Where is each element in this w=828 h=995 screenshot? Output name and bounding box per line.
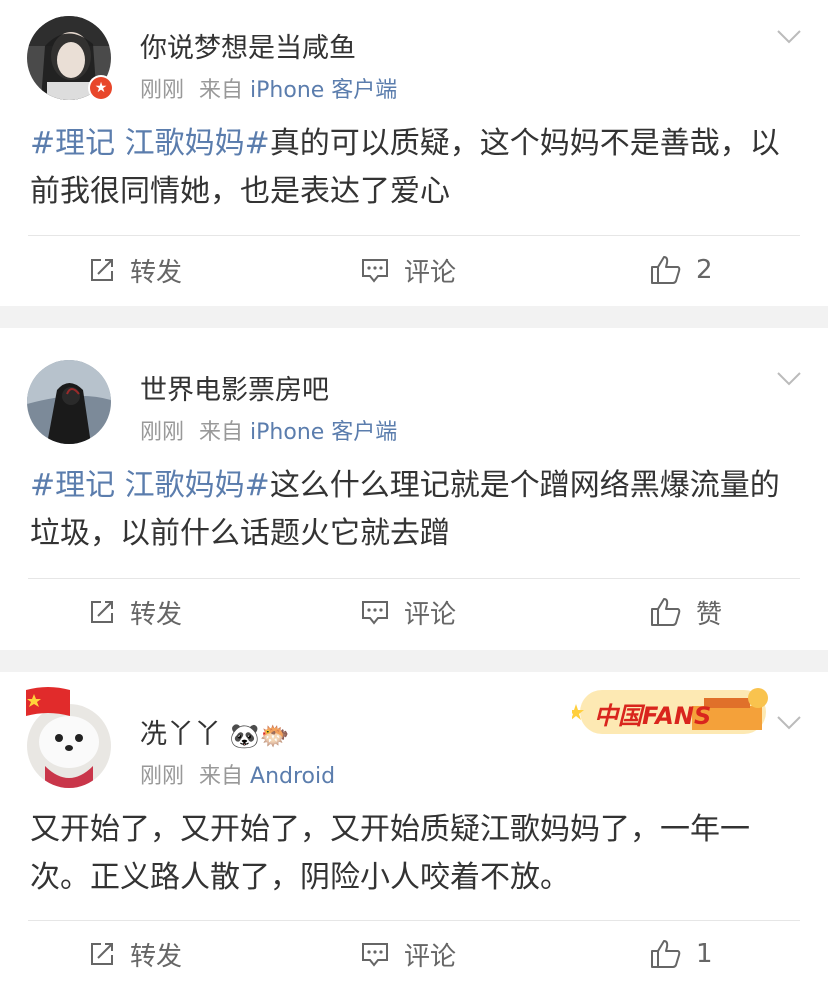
like-label: 1 [696,939,713,969]
comment-icon [362,943,388,967]
post-from: 来自 [199,420,244,445]
action-bar: 转发 评论 2 [0,250,828,290]
divider [28,578,800,579]
repost-button[interactable]: 转发 [88,250,182,290]
post-source[interactable]: iPhone 客户端 [250,78,397,103]
post-text: #理记 江歌妈妈#这么什么理记就是个蹭网络黑爆流量的垃圾，以前什么话题火它就去蹭 [30,462,798,558]
verified-icon: ★ [88,75,114,101]
post-time: 刚刚 [140,764,185,789]
like-icon [651,598,681,626]
comment-button[interactable]: 评论 [360,250,456,290]
repost-button[interactable]: 转发 [88,592,182,632]
hashtag-link[interactable]: #理记 江歌妈妈# [30,468,270,503]
like-icon [651,940,681,968]
username[interactable]: 冼丫丫 🐼🐡 [140,712,289,751]
post-body: 又开始了，又开始了，又开始质疑江歌妈妈了，一年一次。正义路人散了，阴险小人咬着不… [30,812,750,895]
post-meta: 刚刚 来自 iPhone 客户端 [140,414,397,446]
china-fans-badge-text: 中国FANS [594,702,712,730]
repost-label: 转发 [130,941,183,972]
username[interactable]: 世界电影票房吧 [140,368,329,407]
post-time: 刚刚 [140,420,185,445]
action-bar: 转发 评论 赞 [0,592,828,632]
like-button[interactable]: 1 [650,934,713,974]
post-text: #理记 江歌妈妈#真的可以质疑，这个妈妈不是善哉，以前我很同情她，也是表达了爱心 [30,120,798,216]
chevron-down-icon[interactable] [776,714,802,732]
comment-button[interactable]: 评论 [360,934,456,974]
username-emoji: 🐼🐡 [229,721,290,750]
post-meta: 刚刚 来自 iPhone 客户端 [140,72,397,104]
action-bar: 转发 评论 1 [0,934,828,974]
username-text: 冼丫丫 [140,719,221,750]
like-button[interactable]: 2 [650,250,713,290]
post-card: 世界电影票房吧 刚刚 来自 iPhone 客户端 #理记 江歌妈妈#这么什么理记… [0,328,828,650]
repost-label: 转发 [130,599,183,630]
comment-label: 评论 [404,599,457,630]
like-label: 2 [696,255,713,285]
divider [28,235,800,236]
repost-icon [91,259,113,281]
repost-button[interactable]: 转发 [88,934,182,974]
comment-label: 评论 [404,941,457,972]
post-from: 来自 [199,764,244,789]
username[interactable]: 你说梦想是当咸鱼 [140,26,356,65]
chevron-down-icon[interactable] [776,370,802,388]
post-source[interactable]: iPhone 客户端 [250,420,397,445]
post-meta: 刚刚 来自 Android [140,758,335,790]
post-from: 来自 [199,78,244,103]
post-card: ★ 你说梦想是当咸鱼 刚刚 来自 iPhone 客户端 #理记 江歌妈妈#真的可… [0,0,828,306]
post-source[interactable]: Android [250,764,335,789]
avatar[interactable] [27,360,111,444]
repost-icon [91,601,113,623]
like-label: 赞 [696,599,723,630]
comment-label: 评论 [404,257,457,288]
divider [28,920,800,921]
post-text: 又开始了，又开始了，又开始质疑江歌妈妈了，一年一次。正义路人散了，阴险小人咬着不… [30,806,798,902]
like-button[interactable]: 赞 [650,592,722,632]
repost-icon [91,943,113,965]
comment-icon [362,259,388,283]
china-fans-badge: 中国FANS [572,680,772,744]
hashtag-link[interactable]: #理记 江歌妈妈# [30,126,270,161]
comment-icon [362,601,388,625]
repost-label: 转发 [130,257,183,288]
chevron-down-icon[interactable] [776,28,802,46]
china-flag-icon [26,687,70,716]
post-time: 刚刚 [140,78,185,103]
post-card: 冼丫丫 🐼🐡 刚刚 来自 Android 中国FANS 又开始了，又开始了，又开… [0,672,828,995]
like-icon [651,256,681,284]
comment-button[interactable]: 评论 [360,592,456,632]
